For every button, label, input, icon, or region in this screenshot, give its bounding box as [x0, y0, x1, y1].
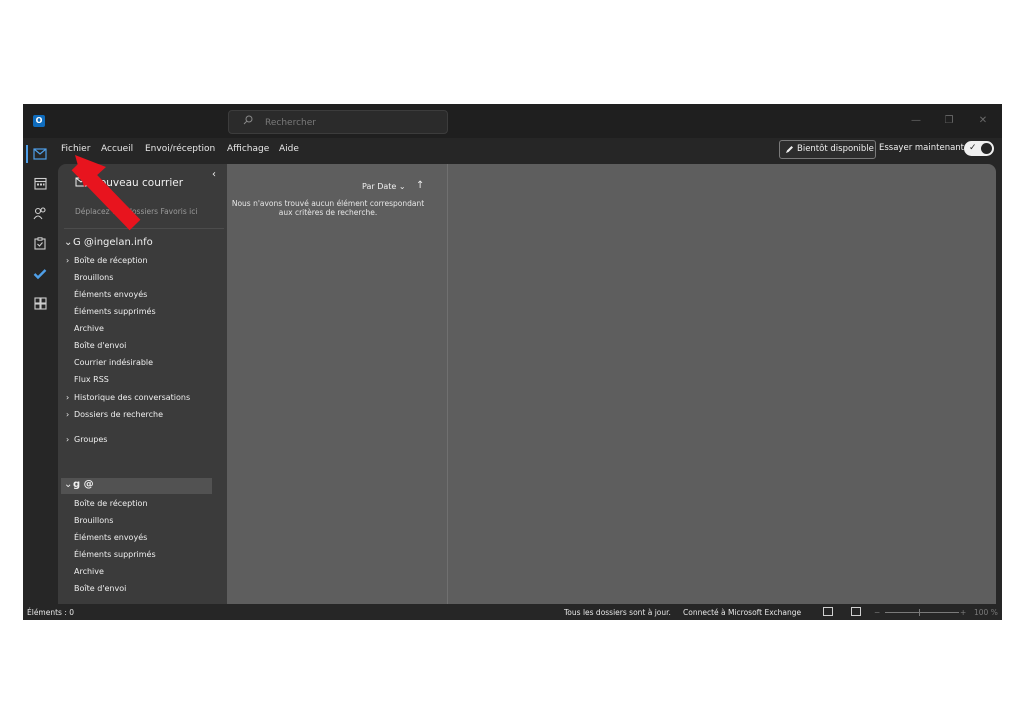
folder-outbox[interactable]: Boîte d'envoi	[74, 341, 126, 350]
folder-drafts[interactable]: Brouillons	[74, 273, 113, 282]
status-bar: Éléments : 0 Tous les dossiers sont à jo…	[23, 604, 1002, 620]
zoom-slider-thumb[interactable]	[919, 609, 920, 616]
chevron-down-icon[interactable]: ⌄	[64, 479, 72, 490]
items-count: Éléments : 0	[27, 608, 75, 617]
search-box[interactable]	[228, 110, 448, 134]
new-outlook-toggle[interactable]: ✓	[964, 141, 994, 156]
chevron-right-icon[interactable]: ›	[66, 435, 69, 444]
chevron-down-icon[interactable]: ⌄	[64, 237, 72, 248]
annotation-arrow-icon	[71, 155, 141, 231]
apps-icon[interactable]	[31, 295, 49, 313]
zoom-in-icon[interactable]: +	[960, 608, 966, 617]
menu-aide[interactable]: Aide	[279, 144, 299, 154]
folder-conversation-history[interactable]: Historique des conversations	[74, 393, 190, 402]
chevron-down-icon: ⌄	[398, 182, 406, 191]
sort-dropdown[interactable]: Par Date ⌄	[362, 182, 406, 191]
folder-deleted-2[interactable]: Éléments supprimés	[74, 550, 156, 559]
folder-drafts-2[interactable]: Brouillons	[74, 516, 113, 525]
coming-soon-button[interactable]: Bientôt disponible	[779, 140, 876, 159]
mail-icon[interactable]	[31, 145, 49, 163]
search-icon	[243, 115, 253, 125]
active-indicator	[26, 145, 28, 163]
folder-rss[interactable]: Flux RSS	[74, 375, 109, 384]
menu-envoi-reception[interactable]: Envoi/réception	[145, 144, 215, 154]
folder-search-folders[interactable]: Dossiers de recherche	[74, 410, 163, 419]
reading-view-icon[interactable]	[851, 607, 861, 616]
todo-icon[interactable]	[31, 265, 49, 283]
calendar-icon[interactable]	[31, 175, 49, 193]
people-icon[interactable]	[31, 205, 49, 223]
toggle-knob	[981, 143, 992, 154]
empty-list-message: Nous n'avons trouvé aucun élément corres…	[231, 199, 425, 217]
connection-status[interactable]: Connecté à Microsoft Exchange	[683, 608, 801, 617]
folder-sent-2[interactable]: Éléments envoyés	[74, 533, 147, 542]
zoom-out-icon[interactable]: −	[874, 608, 880, 617]
tasks-icon[interactable]	[31, 235, 49, 253]
zoom-level: 100 %	[974, 608, 998, 617]
menu-affichage[interactable]: Affichage	[227, 144, 269, 154]
coming-soon-label: Bientôt disponible	[797, 144, 874, 154]
chevron-right-icon[interactable]: ›	[66, 393, 69, 402]
sort-direction-icon[interactable]: ↑	[416, 180, 424, 191]
sync-status: Tous les dossiers sont à jour.	[564, 608, 671, 617]
outlook-window: O — ❐ ✕ Fichier Accueil Envoi/réception …	[23, 104, 1002, 620]
pen-icon	[786, 146, 793, 153]
reading-pane	[448, 164, 996, 604]
restore-button[interactable]: ❐	[941, 113, 957, 129]
minimize-button[interactable]: —	[908, 113, 924, 129]
folder-inbox-2[interactable]: Boîte de réception	[74, 499, 148, 508]
folder-deleted[interactable]: Éléments supprimés	[74, 307, 156, 316]
title-bar: O — ❐ ✕	[23, 104, 1002, 138]
folder-outbox-2[interactable]: Boîte d'envoi	[74, 584, 126, 593]
account-header[interactable]: G @ingelan.info	[73, 237, 153, 248]
try-now-label: Essayer maintenant	[879, 143, 965, 153]
folder-sent[interactable]: Éléments envoyés	[74, 290, 147, 299]
folder-groups[interactable]: Groupes	[74, 435, 107, 444]
folder-archive[interactable]: Archive	[74, 324, 104, 333]
zoom-slider[interactable]	[885, 612, 959, 613]
message-list: Par Date ⌄ ↑ Nous n'avons trouvé aucun é…	[227, 164, 447, 604]
collapse-pane-icon[interactable]: ‹	[212, 169, 216, 180]
close-button[interactable]: ✕	[975, 113, 991, 129]
normal-view-icon[interactable]	[823, 607, 833, 616]
checkmark-icon: ✓	[969, 143, 977, 153]
chevron-right-icon[interactable]: ›	[66, 410, 69, 419]
folder-inbox[interactable]: Boîte de réception	[74, 256, 148, 265]
sort-label: Par Date	[362, 182, 397, 191]
chevron-right-icon[interactable]: ›	[66, 256, 69, 265]
search-input[interactable]	[263, 114, 437, 132]
outlook-logo-icon: O	[33, 115, 45, 127]
folder-junk[interactable]: Courrier indésirable	[74, 358, 153, 367]
navigation-rail	[23, 138, 57, 604]
account-header-2[interactable]: g @	[73, 479, 94, 490]
folder-archive-2[interactable]: Archive	[74, 567, 104, 576]
